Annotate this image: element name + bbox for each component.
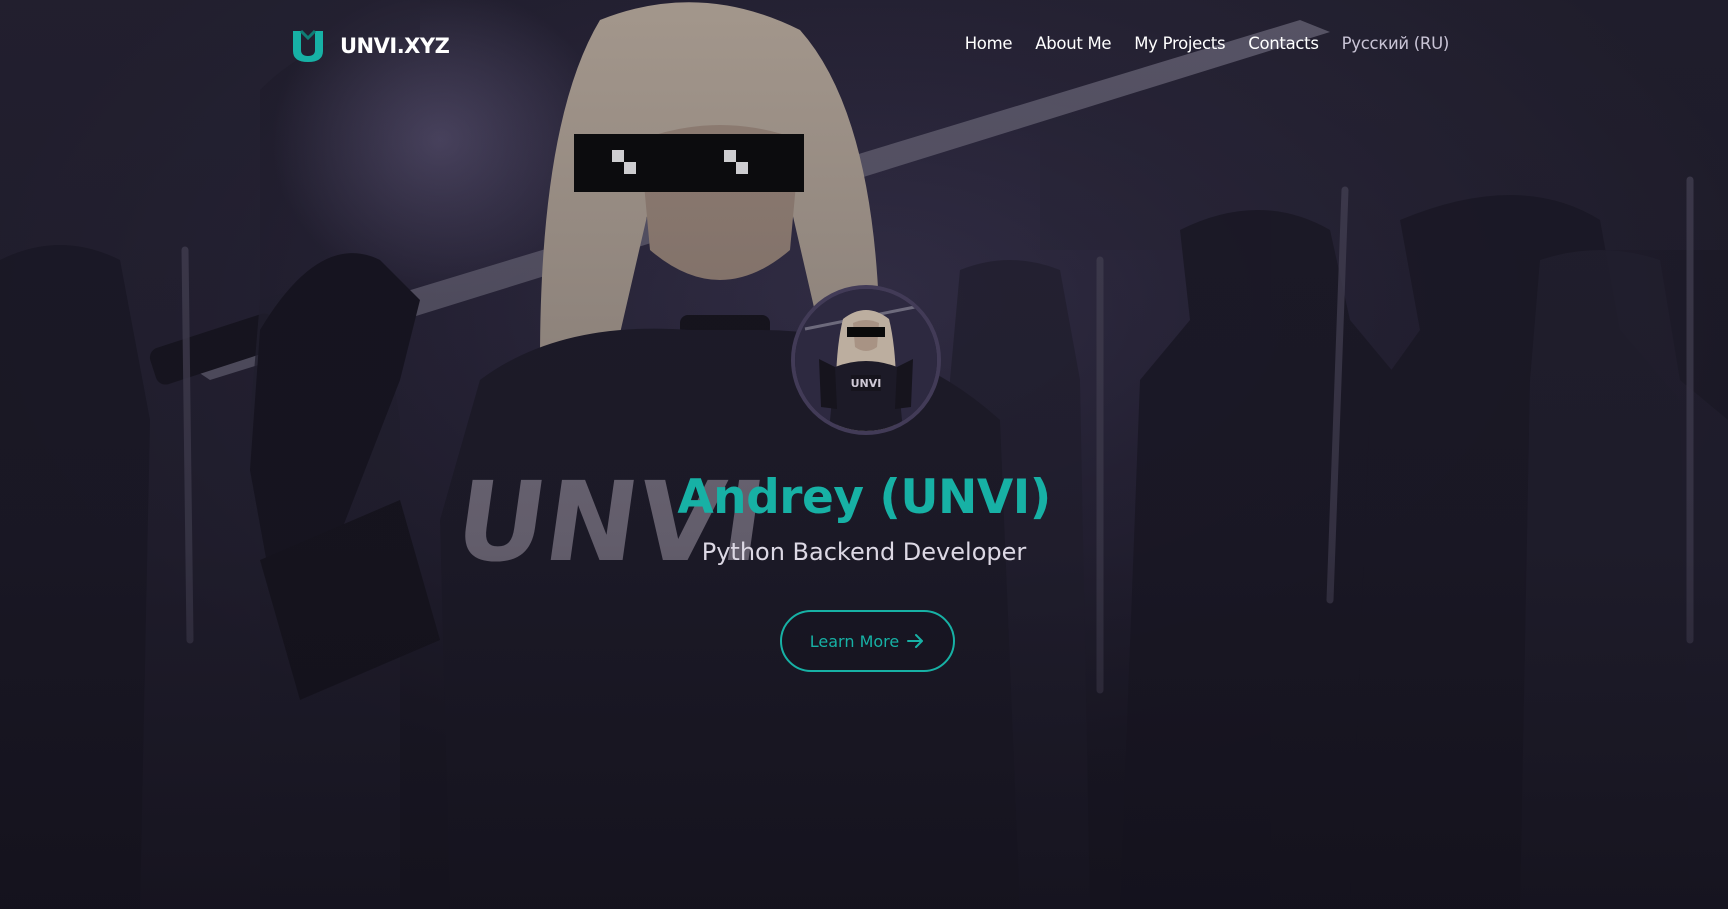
arrow-right-icon [907, 633, 925, 649]
anime-avatar: UNVI [795, 289, 937, 431]
learn-more-label: Learn More [809, 631, 900, 651]
avatar-shirt-text: UNVI [851, 377, 882, 390]
unvi-logo-icon [293, 29, 323, 62]
nav-my-projects[interactable]: My Projects [1134, 34, 1225, 53]
nav-about-me[interactable]: About Me [1035, 34, 1111, 53]
hero-section: UNVI UNVI.XYZ Home About Me My Projects … [0, 0, 1728, 909]
nav-links: Home About Me My Projects Contacts Русск… [965, 34, 1450, 53]
navbar: UNVI.XYZ Home About Me My Projects Conta… [0, 0, 1728, 92]
learn-more-button[interactable]: Learn More [780, 610, 955, 672]
hero-subtitle: Python Backend Developer [701, 538, 1027, 566]
brand-logo-link[interactable]: UNVI.XYZ [290, 28, 450, 64]
brand-name: UNVI.XYZ [340, 34, 450, 58]
nav-contacts[interactable]: Contacts [1248, 34, 1319, 53]
hero-overlay [0, 0, 1728, 909]
hero-title: Andrey (UNVI) [677, 470, 1051, 525]
nav-home[interactable]: Home [965, 34, 1013, 53]
nav-language-switch[interactable]: Русский (RU) [1342, 34, 1450, 53]
profile-avatar: UNVI [791, 285, 941, 435]
